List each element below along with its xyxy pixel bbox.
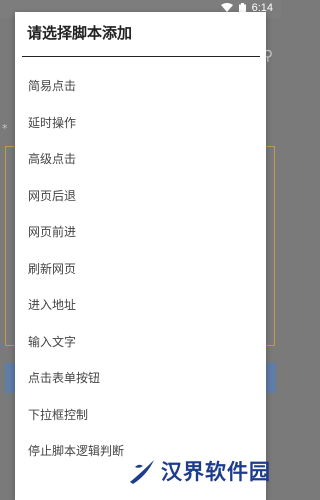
option-refresh-page[interactable]: 刷新网页 [15,251,266,288]
dialog-title: 请选择脚本添加 [27,24,133,42]
option-enter-address[interactable]: 进入地址 [15,287,266,324]
option-simple-click[interactable]: 简易点击 [15,68,266,105]
option-dropdown-control[interactable]: 下拉框控制 [15,397,266,434]
background-button-left [5,363,15,393]
option-advanced-click[interactable]: 高级点击 [15,141,266,178]
option-input-text[interactable]: 输入文字 [15,324,266,361]
watermark: 汉界软件园 [127,456,271,486]
option-list: 简易点击 延时操作 高级点击 网页后退 网页前进 刷新网页 进入地址 输入文字 … [15,68,266,470]
background-button-right [266,363,276,393]
title-divider [22,56,260,57]
required-marker: * [2,122,8,135]
watermark-text: 汉界软件园 [161,460,271,484]
option-click-form-button[interactable]: 点击表单按钮 [15,360,266,397]
option-page-back[interactable]: 网页后退 [15,178,266,215]
option-delay[interactable]: 延时操作 [15,105,266,142]
logo-icon [127,457,157,485]
script-select-dialog: 请选择脚本添加 简易点击 延时操作 高级点击 网页后退 网页前进 刷新网页 进入… [15,12,266,500]
option-page-forward[interactable]: 网页前进 [15,214,266,251]
